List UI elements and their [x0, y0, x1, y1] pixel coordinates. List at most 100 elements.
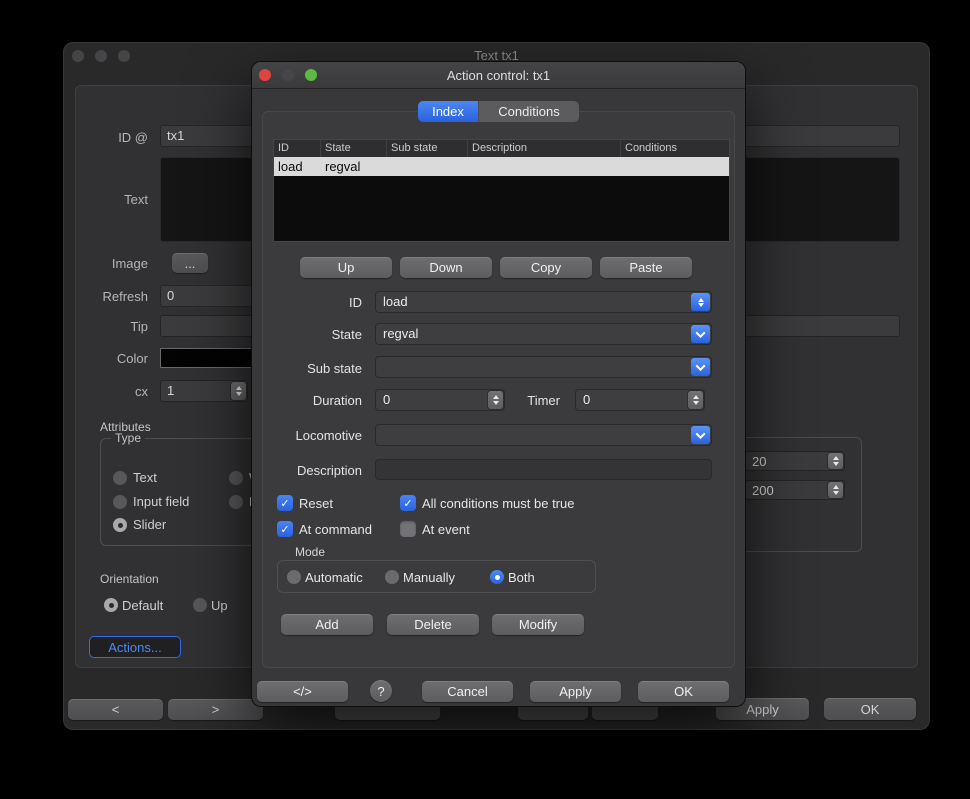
- right-value2-stepper[interactable]: [828, 482, 843, 498]
- check-icon: ✓: [280, 523, 289, 536]
- at-event-checkbox[interactable]: [400, 521, 416, 537]
- prev-button[interactable]: <: [68, 699, 163, 720]
- image-label: Image: [83, 256, 148, 272]
- row-conditions: [621, 157, 729, 176]
- code-button[interactable]: </>: [257, 681, 348, 702]
- radio-type-fa[interactable]: [229, 495, 243, 509]
- radio-mode-manually[interactable]: [385, 570, 399, 584]
- refresh-label: Refresh: [83, 289, 148, 305]
- description-label: Description: [267, 463, 362, 479]
- delete-button[interactable]: Delete: [387, 614, 479, 635]
- check-icon: ✓: [280, 497, 289, 510]
- chevron-down-icon: [696, 361, 706, 371]
- right-value1: 20: [752, 454, 766, 469]
- column-header-description: Description: [468, 140, 621, 157]
- action-control-dialog: Action control: tx1 Index Conditions ID …: [252, 62, 745, 706]
- mode-label: Mode: [295, 545, 325, 559]
- actions-table: ID State Sub state Description Condition…: [273, 139, 730, 242]
- column-header-state: State: [321, 140, 387, 157]
- sub-state-label: Sub state: [267, 361, 362, 377]
- apply-button[interactable]: Apply: [530, 681, 621, 702]
- tab-index[interactable]: Index: [418, 101, 478, 122]
- right-value2-field[interactable]: 200: [745, 480, 845, 500]
- tab-conditions[interactable]: Conditions: [478, 101, 579, 122]
- orientation-label: Orientation: [100, 572, 159, 586]
- reset-checkbox[interactable]: ✓: [277, 495, 293, 511]
- down-button[interactable]: Down: [400, 257, 492, 278]
- id-combo-stepper[interactable]: [691, 293, 710, 311]
- at-command-checkbox-label: At command: [299, 522, 372, 538]
- column-header-sub-state: Sub state: [387, 140, 468, 157]
- duration-label: Duration: [267, 393, 362, 409]
- window-ok-button[interactable]: OK: [824, 698, 916, 720]
- radio-type-input-field[interactable]: [113, 495, 127, 509]
- right-value2: 200: [752, 483, 774, 498]
- timer-stepper[interactable]: [688, 391, 703, 409]
- column-header-id: ID: [274, 140, 321, 157]
- right-value1-field[interactable]: 20: [745, 451, 845, 471]
- radio-orientation-default-label: Default: [122, 598, 163, 614]
- copy-button[interactable]: Copy: [500, 257, 592, 278]
- modify-button[interactable]: Modify: [492, 614, 584, 635]
- radio-orientation-default[interactable]: [104, 598, 118, 612]
- id-combo-value: load: [383, 294, 408, 309]
- image-browse-button[interactable]: ...: [172, 253, 208, 273]
- duration-field[interactable]: 0: [375, 389, 505, 411]
- radio-type-w[interactable]: [229, 471, 243, 485]
- ok-button[interactable]: OK: [638, 681, 729, 702]
- chevron-down-icon: [696, 429, 706, 439]
- radio-mode-automatic-label: Automatic: [305, 570, 363, 586]
- duration-value: 0: [383, 392, 390, 407]
- help-button[interactable]: ?: [370, 680, 392, 702]
- actions-button[interactable]: Actions...: [89, 636, 181, 658]
- duration-stepper[interactable]: [488, 391, 503, 409]
- table-row[interactable]: load regval: [274, 157, 729, 176]
- cx-stepper[interactable]: [231, 382, 246, 400]
- type-legend: Type: [111, 431, 145, 445]
- at-event-checkbox-label: At event: [422, 522, 470, 538]
- radio-mode-both[interactable]: [490, 570, 504, 584]
- sub-state-combo[interactable]: [375, 356, 712, 378]
- color-label: Color: [83, 351, 148, 367]
- reset-checkbox-label: Reset: [299, 496, 333, 512]
- id-label: ID @: [83, 130, 148, 146]
- row-description: [468, 157, 621, 176]
- next-button[interactable]: >: [168, 699, 263, 720]
- cx-field[interactable]: 1: [160, 380, 248, 402]
- locomotive-combo-dropdown[interactable]: [691, 426, 710, 444]
- up-button[interactable]: Up: [300, 257, 392, 278]
- state-combo-value: regval: [383, 326, 418, 341]
- radio-mode-both-label: Both: [508, 570, 535, 586]
- state-label: State: [267, 327, 362, 343]
- timer-label: Timer: [507, 393, 560, 409]
- timer-field[interactable]: 0: [575, 389, 705, 411]
- cx-value: 1: [167, 383, 174, 398]
- locomotive-combo[interactable]: [375, 424, 712, 446]
- timer-value: 0: [583, 392, 590, 407]
- radio-type-input-field-label: Input field: [133, 494, 189, 510]
- radio-mode-automatic[interactable]: [287, 570, 301, 584]
- row-sub-state: [387, 157, 468, 176]
- all-conditions-checkbox[interactable]: ✓: [400, 495, 416, 511]
- chevron-down-icon: [696, 328, 706, 338]
- radio-orientation-up-label: Up: [211, 598, 228, 614]
- at-command-checkbox[interactable]: ✓: [277, 521, 293, 537]
- state-combo[interactable]: regval: [375, 323, 712, 345]
- radio-type-text[interactable]: [113, 471, 127, 485]
- id-label: ID: [267, 295, 362, 311]
- table-header: ID State Sub state Description Condition…: [274, 140, 729, 157]
- radio-type-slider[interactable]: [113, 518, 127, 532]
- radio-type-slider-label: Slider: [133, 517, 166, 533]
- paste-button[interactable]: Paste: [600, 257, 692, 278]
- check-icon: ✓: [403, 497, 412, 510]
- id-combo[interactable]: load: [375, 291, 712, 313]
- state-combo-dropdown[interactable]: [691, 325, 710, 343]
- description-field[interactable]: [375, 459, 712, 480]
- radio-orientation-up[interactable]: [193, 598, 207, 612]
- add-button[interactable]: Add: [281, 614, 373, 635]
- sub-state-combo-dropdown[interactable]: [691, 358, 710, 376]
- tip-label: Tip: [83, 319, 148, 335]
- cancel-button[interactable]: Cancel: [422, 681, 513, 702]
- column-header-conditions: Conditions: [621, 140, 729, 157]
- right-value1-stepper[interactable]: [828, 453, 843, 469]
